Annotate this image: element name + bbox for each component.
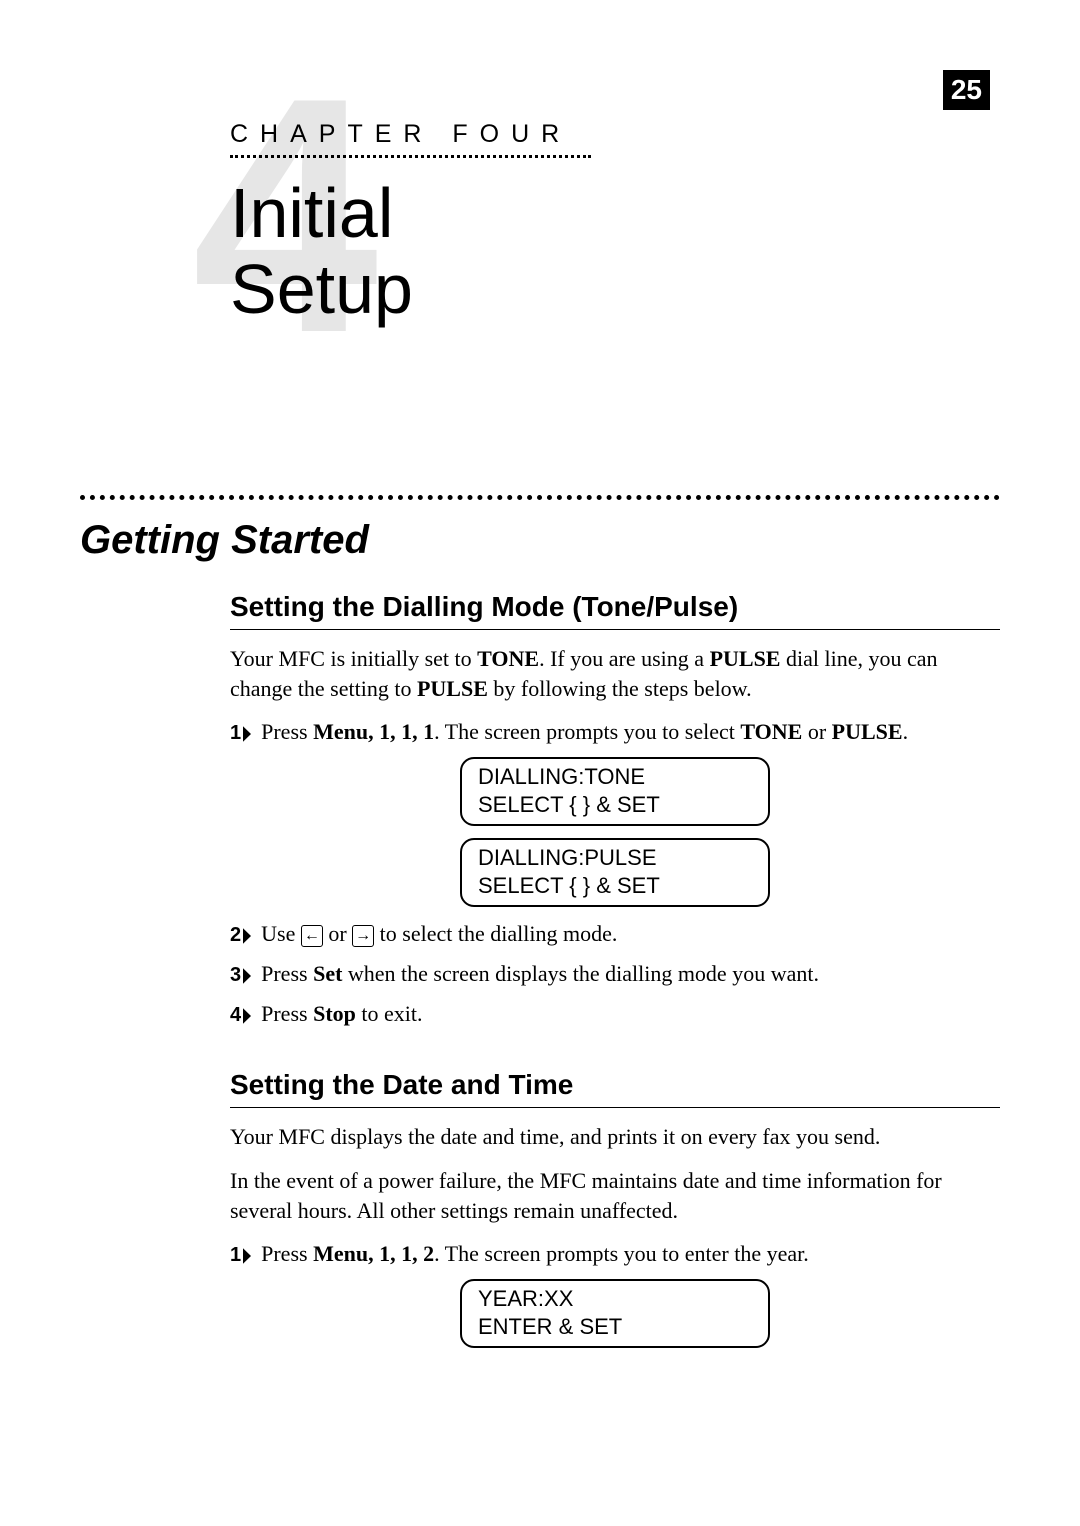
text: Press <box>261 1001 313 1026</box>
lcd-display-pulse: DIALLING:PULSE SELECT { } & SET <box>460 838 770 907</box>
chapter-title-line1: Initial <box>230 174 393 252</box>
text-bold: PULSE <box>710 646 781 671</box>
section-divider <box>80 495 1000 500</box>
step-marker-4: 4 <box>230 1002 251 1029</box>
lcd-line: DIALLING:PULSE <box>478 844 752 872</box>
step-text: Press Menu, 1, 1, 1. The screen prompts … <box>261 717 1000 747</box>
left-arrow-key-icon: ← <box>301 925 323 947</box>
text: or <box>802 719 831 744</box>
step-text: Press Stop to exit. <box>261 999 1000 1029</box>
right-arrow-key-icon: → <box>352 925 374 947</box>
page-number: 25 <box>943 70 990 110</box>
step-1-datetime: 1 Press Menu, 1, 1, 2. The screen prompt… <box>230 1239 1000 1269</box>
text-bold: , 1, 1, 2 <box>368 1241 434 1266</box>
text-bold: PULSE <box>417 676 488 701</box>
chapter-header: 4 CHAPTER FOUR Initial Setup <box>230 120 1000 430</box>
text-bold: , 1, 1, 1 <box>368 719 434 744</box>
text: Your MFC is initially set to <box>230 646 477 671</box>
text: Press <box>261 719 313 744</box>
text: Press <box>261 1241 313 1266</box>
text: by following the steps below. <box>488 676 752 701</box>
text: . If you are using a <box>539 646 709 671</box>
lcd-display-year: YEAR:XX ENTER & SET <box>460 1279 770 1348</box>
lcd-line: SELECT { } & SET <box>478 872 752 900</box>
content-area: Setting the Dialling Mode (Tone/Pulse) Y… <box>230 591 1000 1348</box>
lcd-display-tone: DIALLING:TONE SELECT { } & SET <box>460 757 770 826</box>
lcd-line: YEAR:XX <box>478 1285 752 1313</box>
subheading-date-time: Setting the Date and Time <box>230 1069 1000 1108</box>
text: Use <box>261 921 301 946</box>
chapter-title: Initial Setup <box>230 176 1000 327</box>
paragraph-date-time-1: Your MFC displays the date and time, and… <box>230 1122 1000 1152</box>
text-bold: TONE <box>740 719 802 744</box>
text: . The screen prompts you to select <box>434 719 740 744</box>
step-text: Use ← or → to select the dialling mode. <box>261 919 1000 949</box>
step-text: Press Set when the screen displays the d… <box>261 959 1000 989</box>
section-heading: Getting Started <box>80 518 1000 563</box>
text-bold: Stop <box>313 1001 356 1026</box>
lcd-line: SELECT { } & SET <box>478 791 752 819</box>
text-bold: Menu <box>313 719 368 744</box>
subheading-dialling-mode: Setting the Dialling Mode (Tone/Pulse) <box>230 591 1000 630</box>
text: when the screen displays the dialling mo… <box>342 961 819 986</box>
lcd-line: DIALLING:TONE <box>478 763 752 791</box>
step-3-dialling: 3 Press Set when the screen displays the… <box>230 959 1000 989</box>
text-bold: PULSE <box>832 719 903 744</box>
chapter-title-line2: Setup <box>230 250 413 328</box>
text: . <box>903 719 909 744</box>
text-bold: TONE <box>477 646 539 671</box>
step-marker-1: 1 <box>230 1242 251 1269</box>
step-1-dialling: 1 Press Menu, 1, 1, 1. The screen prompt… <box>230 717 1000 747</box>
step-marker-1: 1 <box>230 720 251 747</box>
step-4-dialling: 4 Press Stop to exit. <box>230 999 1000 1029</box>
intro-paragraph-dialling: Your MFC is initially set to TONE. If yo… <box>230 644 1000 703</box>
chapter-label: CHAPTER FOUR <box>230 120 591 158</box>
step-marker-2: 2 <box>230 922 251 949</box>
text: to select the dialling mode. <box>374 921 617 946</box>
text: or <box>323 921 352 946</box>
step-text: Press Menu, 1, 1, 2. The screen prompts … <box>261 1239 1000 1269</box>
step-2-dialling: 2 Use ← or → to select the dialling mode… <box>230 919 1000 949</box>
step-marker-3: 3 <box>230 962 251 989</box>
text: to exit. <box>356 1001 423 1026</box>
text-bold: Menu <box>313 1241 368 1266</box>
text: Press <box>261 961 313 986</box>
paragraph-date-time-2: In the event of a power failure, the MFC… <box>230 1166 1000 1225</box>
text-bold: Set <box>313 961 342 986</box>
text: . The screen prompts you to enter the ye… <box>434 1241 809 1266</box>
lcd-line: ENTER & SET <box>478 1313 752 1341</box>
